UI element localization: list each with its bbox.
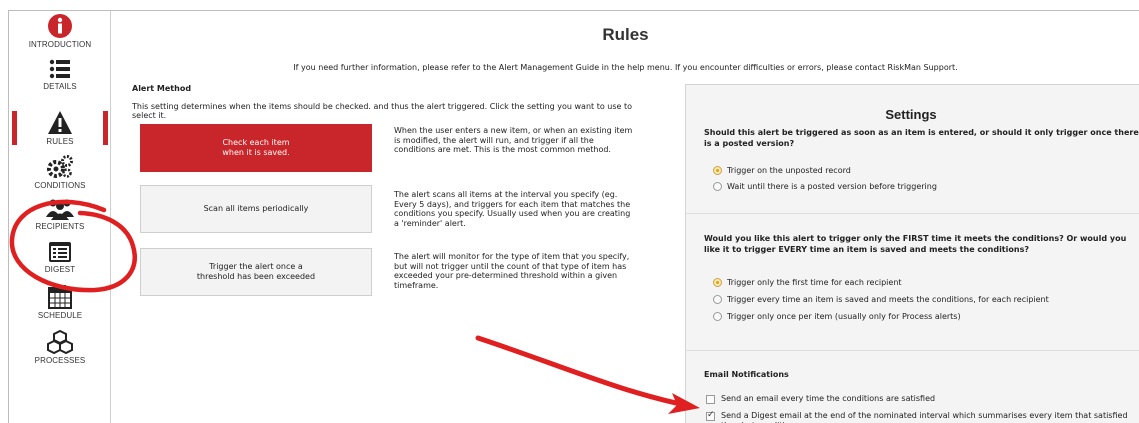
checkbox-send-digest[interactable]: Send a Digest email at the end of the no… [706,410,1136,423]
sidebar-item-label: DETAILS [43,82,77,91]
radio-label: Wait until there is a posted version bef… [727,181,937,191]
checkbox-unchecked-icon [706,395,715,404]
sidebar-item-digest[interactable]: DIGEST [9,240,111,274]
calendar-icon [48,285,72,309]
sidebar-item-label: SCHEDULE [37,311,83,320]
radio-label: Trigger only once per item (usually only… [727,311,961,321]
sidebar-item-schedule[interactable]: SCHEDULE [9,284,111,320]
radio-label: Trigger on the unposted record [727,165,851,175]
radio-selected-icon [713,277,722,287]
sidebar-item-label: DIGEST [44,265,76,274]
sidebar-item-label: CONDITIONS [34,181,86,190]
radio-unselected-icon [713,181,722,191]
radio-once-per-item[interactable]: Trigger only once per item (usually only… [713,310,961,322]
radio-trigger-unposted[interactable]: Trigger on the unposted record [713,164,851,176]
cubes-icon [47,329,73,355]
settings-panel: Settings Should this alert be triggered … [685,84,1139,423]
page-title: Rules [602,25,649,44]
radio-every-time[interactable]: Trigger every time an item is saved and … [713,293,1049,305]
info-icon [48,14,72,38]
posted-version-question: Should this alert be triggered as soon a… [704,128,1139,148]
check-each-item-button[interactable]: Check each item when it is saved. [140,124,372,172]
threshold-button[interactable]: Trigger the alert once a threshold has b… [140,248,372,296]
threshold-description: The alert will monitor for the type of i… [394,252,630,290]
app-frame: INTRODUCTION DETAILS RULES CONDITIONS RE… [8,10,1139,423]
digest-icon [49,242,71,262]
sidebar-item-label: PROCESSES [34,356,86,365]
gears-icon [47,155,73,178]
email-notifications-heading: Email Notifications [704,370,789,379]
main-content: Rules If you need further information, p… [111,11,1139,423]
scan-periodically-button[interactable]: Scan all items periodically [140,185,372,233]
checkbox-label: Send an email every time the conditions … [721,394,936,403]
radio-selected-icon [713,165,722,175]
sidebar-item-label: RECIPIENTS [35,222,85,231]
divider [686,213,1139,214]
sidebar-item-label: RULES [46,137,74,146]
people-icon [46,199,74,220]
radio-unselected-icon [713,311,722,321]
checkbox-checked-icon [706,410,715,421]
checkbox-label: Send a Digest email at the end of the no… [721,411,1128,423]
scan-periodically-description: The alert scans all items at the interva… [394,190,631,228]
settings-title: Settings [885,107,937,122]
radio-first-time[interactable]: Trigger only the first time for each rec… [713,276,902,288]
alert-method-description: This setting determines when the items s… [132,102,633,120]
radio-label: Trigger every time an item is saved and … [727,294,1049,304]
check-each-item-description: When the user enters a new item, or when… [394,126,633,154]
divider [686,350,1139,351]
radio-unselected-icon [713,294,722,304]
trigger-frequency-question: Would you like this alert to trigger onl… [704,234,1127,254]
sidebar-item-label: INTRODUCTION [28,40,92,49]
sidebar-item-rules[interactable]: RULES [9,110,111,146]
warning-icon [48,111,72,134]
help-text: If you need further information, please … [293,63,958,72]
sidebar-item-processes[interactable]: PROCESSES [9,329,111,365]
checkbox-send-every-time[interactable]: Send an email every time the conditions … [706,394,1136,404]
radio-wait-posted[interactable]: Wait until there is a posted version bef… [713,180,937,192]
sidebar-item-conditions[interactable]: CONDITIONS [9,154,111,190]
sidebar-item-introduction[interactable]: INTRODUCTION [9,13,111,49]
radio-label: Trigger only the first time for each rec… [727,277,902,287]
sidebar-item-details[interactable]: DETAILS [9,57,111,91]
sidebar-item-recipients[interactable]: RECIPIENTS [9,197,111,231]
alert-method-heading: Alert Method [132,84,192,93]
list-icon [49,59,70,79]
sidebar: INTRODUCTION DETAILS RULES CONDITIONS RE… [9,11,111,423]
